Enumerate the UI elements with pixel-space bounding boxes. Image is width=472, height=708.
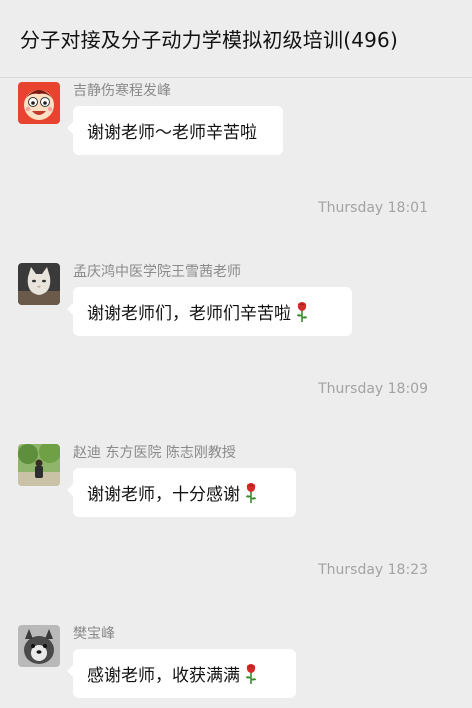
message-bubble[interactable]: 谢谢老师～老师辛苦啦 — [67, 106, 283, 155]
cartoon-face-avatar-icon — [18, 82, 60, 124]
message-text: 感谢老师，收获满满 — [87, 666, 240, 686]
rose-icon — [246, 663, 256, 684]
dog-avatar-icon — [18, 625, 60, 667]
message-text: 谢谢老师们，老师们辛苦啦 — [87, 304, 291, 324]
outdoor-photo-avatar-icon — [18, 444, 60, 486]
avatar[interactable] — [18, 625, 60, 667]
message-bubble[interactable]: 谢谢老师，十分感谢 — [67, 468, 296, 517]
message-bubble[interactable]: 谢谢老师们，老师们辛苦啦 — [67, 287, 352, 336]
timestamp: Thursday 18:09 — [318, 381, 428, 397]
chat-title[interactable]: 分子对接及分子动力学模拟初级培训(496) — [20, 24, 398, 53]
message-bubble[interactable]: 感谢老师，收获满满 — [67, 649, 296, 698]
timestamp: Thursday 18:01 — [318, 200, 428, 216]
message-text: 谢谢老师，十分感谢 — [87, 485, 240, 505]
avatar[interactable] — [18, 263, 60, 305]
avatar[interactable] — [18, 82, 60, 124]
sender-name: 赵迪 东方医院 陈志刚教授 — [73, 445, 236, 461]
sender-name: 樊宝峰 — [73, 626, 115, 642]
rose-icon — [246, 482, 256, 503]
cat-avatar-icon — [18, 263, 60, 305]
sender-name: 孟庆鸿中医学院王雪茜老师 — [73, 264, 241, 280]
sender-name: 吉静伤寒程发峰 — [73, 83, 171, 99]
message-text: 谢谢老师～老师辛苦啦 — [87, 123, 257, 143]
timestamp: Thursday 18:23 — [318, 562, 428, 578]
chat-header: 分子对接及分子动力学模拟初级培训(496) — [0, 0, 472, 78]
rose-icon — [297, 301, 307, 322]
avatar[interactable] — [18, 444, 60, 486]
